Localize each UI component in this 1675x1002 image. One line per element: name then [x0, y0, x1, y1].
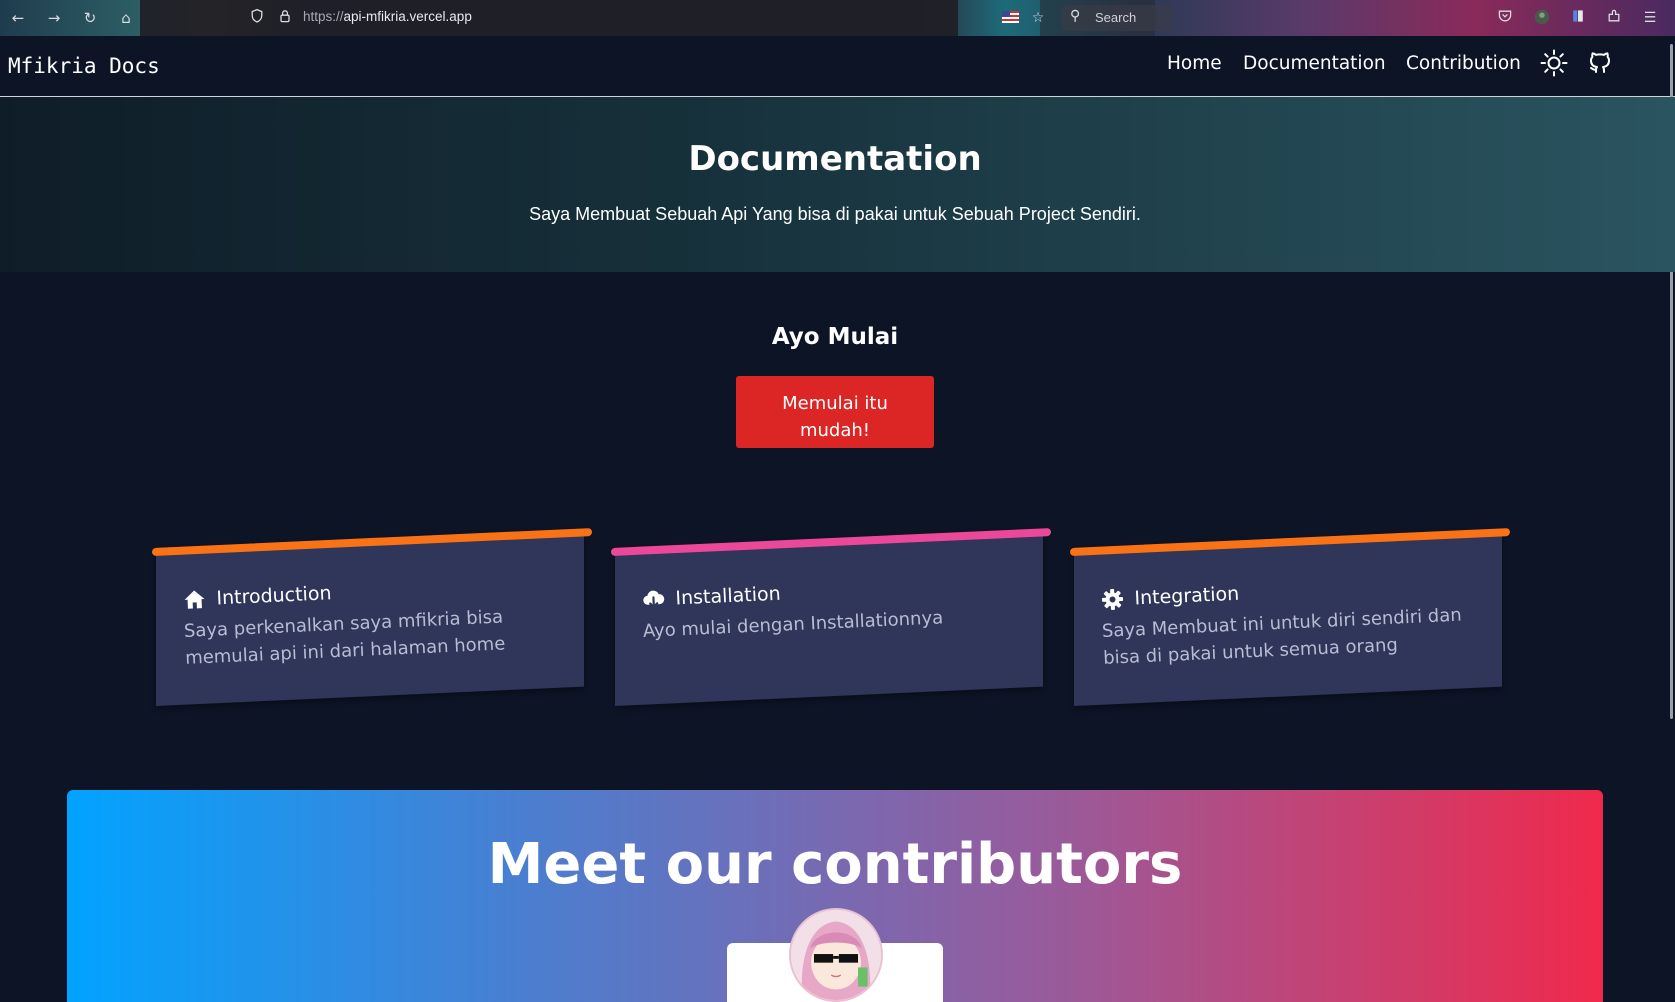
cloud-download-icon	[643, 590, 665, 609]
lock-icon[interactable]	[275, 8, 295, 28]
card-installation[interactable]: Installation Ayo mulai dengan Installati…	[611, 528, 1051, 713]
card-title: Integration	[1134, 582, 1240, 610]
hero-section: Documentation Saya Membuat Sebuah Api Ya…	[0, 97, 1675, 272]
contributors-section: Meet our contributors	[67, 790, 1603, 1002]
shield-icon[interactable]	[247, 8, 267, 28]
hero-subtitle: Saya Membuat Sebuah Api Yang bisa di pak…	[529, 204, 1141, 224]
nav-home-link[interactable]: Home	[1167, 53, 1222, 74]
pocket-icon[interactable]	[1495, 8, 1515, 28]
url-bar[interactable]: https://api-mfikria.vercel.app	[303, 9, 472, 24]
home-icon	[184, 590, 205, 609]
github-icon[interactable]	[1585, 48, 1615, 78]
get-started-button[interactable]: Memulai itu mudah!	[736, 376, 934, 448]
profile-avatar-icon[interactable]	[1532, 8, 1552, 28]
browser-search-box[interactable]: ⚲ Search	[1062, 5, 1172, 31]
theme-toggle-sun-icon[interactable]	[1539, 48, 1569, 78]
card-content: Integration Saya Membuat ini untuk diri …	[1100, 571, 1483, 672]
nav-contribution-link[interactable]: Contribution	[1406, 53, 1521, 74]
search-icon: ⚲	[1070, 8, 1081, 24]
bookmark-sidebar-icon[interactable]	[1568, 8, 1588, 28]
contributor-avatar[interactable]	[789, 908, 883, 1002]
url-host: api-mfikria.vercel.app	[343, 9, 472, 24]
get-started-label-line1: Memulai itu	[782, 392, 888, 414]
search-label: Search	[1095, 10, 1137, 25]
card-introduction[interactable]: Introduction Saya perkenalkan saya mfikr…	[152, 528, 592, 713]
brand-logo[interactable]: Mfikria Docs	[8, 54, 160, 78]
url-protocol: https://	[303, 9, 344, 24]
get-started-label-line2: mudah!	[799, 419, 871, 441]
card-integration[interactable]: Integration Saya Membuat ini untuk diri …	[1070, 528, 1510, 713]
reload-icon[interactable]: ↻	[80, 8, 100, 28]
us-flag-icon[interactable]	[1002, 11, 1019, 23]
contributors-title: Meet our contributors	[487, 832, 1183, 897]
nav-documentation-link[interactable]: Documentation	[1243, 53, 1386, 74]
gear-icon	[1101, 588, 1124, 610]
site-navbar: Mfikria Docs Home Documentation Contribu…	[0, 36, 1675, 97]
home-browser-icon[interactable]: ⌂	[116, 8, 136, 28]
start-heading: Ayo Mulai	[771, 324, 899, 350]
forward-icon[interactable]: →	[44, 8, 64, 28]
card-content: Introduction Saya perkenalkan saya mfikr…	[182, 571, 565, 672]
browser-toolbar: ← → ↻ ⌂ https://api-mfikria.vercel.app ☆…	[0, 0, 1675, 36]
menu-icon[interactable]: ☰	[1640, 8, 1660, 28]
star-icon[interactable]: ☆	[1028, 8, 1048, 28]
card-title: Installation	[675, 582, 782, 610]
back-icon[interactable]: ←	[8, 8, 28, 28]
extensions-icon[interactable]	[1604, 8, 1624, 28]
page-title: Documentation	[688, 139, 982, 179]
card-title: Introduction	[216, 582, 332, 610]
